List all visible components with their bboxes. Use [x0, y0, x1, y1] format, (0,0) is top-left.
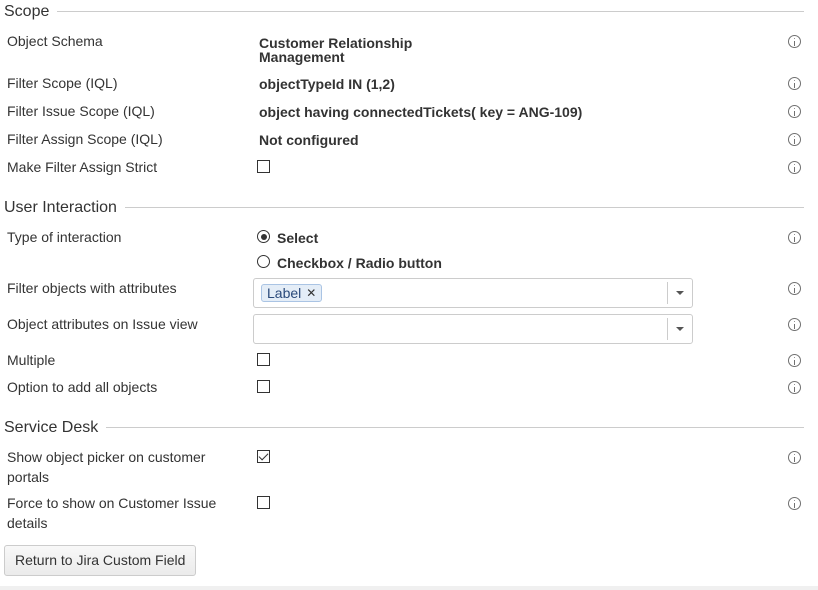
info-icon[interactable]: [788, 231, 801, 244]
show-object-picker-label: Show object picker on customer portals: [7, 447, 205, 487]
info-icon[interactable]: [788, 318, 801, 331]
force-show-checkbox[interactable]: [257, 496, 270, 509]
force-show-label: Force to show on Customer Issue details: [7, 493, 216, 533]
add-all-objects-label: Option to add all objects: [7, 379, 158, 395]
force-show-label-line2: details: [7, 515, 48, 531]
section-divider: [4, 11, 804, 12]
chevron-down-icon[interactable]: [667, 282, 692, 304]
info-icon[interactable]: [788, 497, 801, 510]
multiple-label: Multiple: [7, 352, 56, 368]
return-to-jira-custom-field-button[interactable]: Return to Jira Custom Field: [4, 545, 197, 576]
filter-objects-with-attributes-label: Filter objects with attributes: [7, 280, 177, 296]
radio-checkbox-radio-button[interactable]: [257, 255, 270, 268]
object-schema-value: Customer Relationship Management: [259, 36, 412, 64]
info-icon[interactable]: [788, 105, 801, 118]
filter-issue-scope-value: object having connectedTickets( key = AN…: [259, 104, 583, 120]
object-schema-value-line1: Customer Relationship: [259, 35, 413, 51]
object-schema-label: Object Schema: [7, 33, 103, 49]
radio-select-label[interactable]: Select: [277, 231, 318, 245]
filter-assign-scope-value: Not configured: [259, 132, 359, 148]
show-object-picker-checkbox[interactable]: [257, 450, 270, 463]
show-object-picker-label-line1: Show object picker on customer: [7, 449, 206, 465]
filter-issue-scope-label: Filter Issue Scope (IQL): [7, 103, 155, 119]
make-filter-assign-strict-checkbox[interactable]: [257, 160, 270, 173]
info-icon[interactable]: [788, 77, 801, 90]
filter-scope-label: Filter Scope (IQL): [7, 75, 118, 91]
filter-scope-value: objectTypeId IN (1,2): [259, 76, 395, 92]
info-icon[interactable]: [788, 35, 801, 48]
multiple-checkbox[interactable]: [257, 353, 270, 366]
add-all-objects-checkbox[interactable]: [257, 380, 270, 393]
filter-assign-scope-label: Filter Assign Scope (IQL): [7, 131, 163, 147]
attribute-tag-label: Label: [267, 285, 302, 301]
radio-select[interactable]: [257, 230, 270, 243]
info-icon[interactable]: [788, 451, 801, 464]
force-show-label-line1: Force to show on Customer Issue: [7, 495, 217, 511]
show-object-picker-label-line2: portals: [7, 469, 50, 485]
object-schema-value-line2: Management: [259, 49, 345, 65]
type-of-interaction-label: Type of interaction: [7, 229, 122, 245]
section-title-scope: Scope: [4, 3, 58, 21]
radio-checkbox-radio-button-label[interactable]: Checkbox / Radio button: [277, 256, 442, 270]
issue-view-attributes-select[interactable]: [253, 314, 693, 344]
section-divider: [4, 427, 804, 428]
info-icon[interactable]: [788, 161, 801, 174]
info-icon[interactable]: [788, 282, 801, 295]
section-title-service-desk: Service Desk: [4, 419, 107, 437]
object-attributes-issue-view-label: Object attributes on Issue view: [7, 316, 198, 332]
filter-attributes-select[interactable]: Label ✕: [253, 278, 693, 308]
info-icon[interactable]: [788, 354, 801, 367]
close-icon[interactable]: ✕: [306, 284, 316, 302]
section-title-user-interaction: User Interaction: [4, 199, 125, 217]
make-filter-assign-strict-label: Make Filter Assign Strict: [7, 159, 158, 175]
info-icon[interactable]: [788, 133, 801, 146]
page-footer-strip: [0, 586, 818, 590]
info-icon[interactable]: [788, 381, 801, 394]
chevron-down-icon[interactable]: [667, 318, 692, 340]
attribute-tag: Label ✕: [261, 284, 323, 302]
